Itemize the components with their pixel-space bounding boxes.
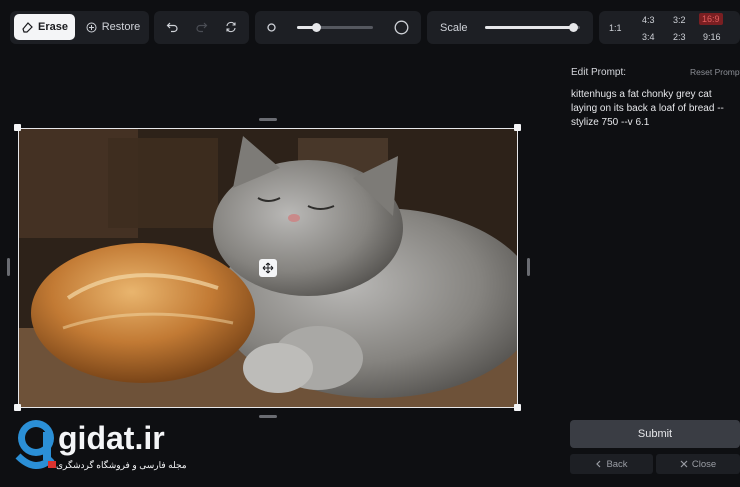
erase-label: Erase bbox=[38, 21, 68, 33]
ratio-9-16[interactable]: 9:16 bbox=[703, 32, 721, 42]
corner-handle-bottom-left[interactable] bbox=[14, 404, 21, 411]
restore-label: Restore bbox=[101, 21, 141, 33]
scale-label: Scale bbox=[440, 22, 468, 34]
ratio-1-1[interactable]: 1:1 bbox=[609, 23, 622, 33]
redo-button[interactable] bbox=[194, 19, 210, 35]
ratio-4-3[interactable]: 4:3 bbox=[642, 15, 655, 25]
brush-size-group bbox=[255, 11, 421, 44]
eraser-icon bbox=[21, 21, 33, 33]
refresh-icon bbox=[225, 21, 237, 33]
gidat-watermark: gidat.ir مجله فارسی و فروشگاه گردشگری bbox=[12, 412, 187, 478]
erase-button[interactable]: Erase bbox=[14, 14, 75, 40]
move-handle[interactable] bbox=[259, 259, 277, 277]
close-button[interactable]: Close bbox=[656, 454, 740, 474]
prompt-textarea[interactable]: kittenhugs a fat chonky grey cat laying … bbox=[571, 88, 740, 130]
brush-size-slider[interactable] bbox=[297, 23, 373, 32]
scale-slider[interactable] bbox=[485, 23, 580, 32]
scale-fill bbox=[485, 26, 574, 29]
restore-plus-icon bbox=[86, 22, 97, 33]
reset-canvas-button[interactable] bbox=[223, 19, 239, 35]
chevron-left-icon bbox=[595, 460, 602, 468]
submit-button[interactable]: Submit bbox=[570, 420, 740, 448]
ratio-3-4[interactable]: 3:4 bbox=[642, 32, 655, 42]
ratio-2-3[interactable]: 2:3 bbox=[673, 32, 686, 42]
close-icon bbox=[680, 460, 688, 468]
reset-prompt-link[interactable]: Reset Prompt bbox=[690, 67, 740, 77]
restore-button[interactable]: Restore bbox=[80, 14, 146, 40]
right-edge-handle[interactable] bbox=[527, 258, 530, 276]
corner-handle-bottom-right[interactable] bbox=[514, 404, 521, 411]
undo-button[interactable] bbox=[164, 19, 180, 35]
corner-handle-top-right[interactable] bbox=[514, 124, 521, 131]
left-edge-handle[interactable] bbox=[7, 258, 10, 276]
bottom-edge-handle[interactable] bbox=[259, 415, 277, 418]
scale-knob[interactable] bbox=[569, 23, 579, 32]
redo-icon bbox=[196, 21, 208, 33]
close-label: Close bbox=[691, 458, 717, 470]
brush-size-knob[interactable] bbox=[312, 23, 321, 32]
edit-prompt-label: Edit Prompt: bbox=[571, 67, 627, 78]
edit-mode-group: Erase Restore bbox=[10, 11, 149, 44]
gidat-brand: gidat.ir bbox=[58, 420, 165, 456]
submit-label: Submit bbox=[637, 428, 673, 440]
aspect-ratio-group: 1:1 4:3 3:2 16:9 3:4 2:3 9:16 bbox=[599, 11, 740, 44]
ratio-3-2[interactable]: 3:2 bbox=[673, 15, 686, 25]
ratio-16-9[interactable]: 16:9 bbox=[699, 13, 723, 25]
back-button[interactable]: Back bbox=[570, 454, 653, 474]
history-group bbox=[154, 11, 249, 44]
back-label: Back bbox=[606, 458, 628, 470]
canvas-image[interactable] bbox=[18, 128, 518, 408]
move-arrows-icon bbox=[262, 262, 274, 274]
undo-icon bbox=[166, 21, 178, 33]
small-brush-icon bbox=[267, 23, 276, 32]
large-brush-icon bbox=[394, 20, 409, 35]
top-edge-handle[interactable] bbox=[259, 118, 277, 121]
scale-group: Scale bbox=[427, 11, 593, 44]
gidat-tagline: مجله فارسی و فروشگاه گردشگری bbox=[56, 460, 187, 470]
corner-handle-top-left[interactable] bbox=[14, 124, 21, 131]
